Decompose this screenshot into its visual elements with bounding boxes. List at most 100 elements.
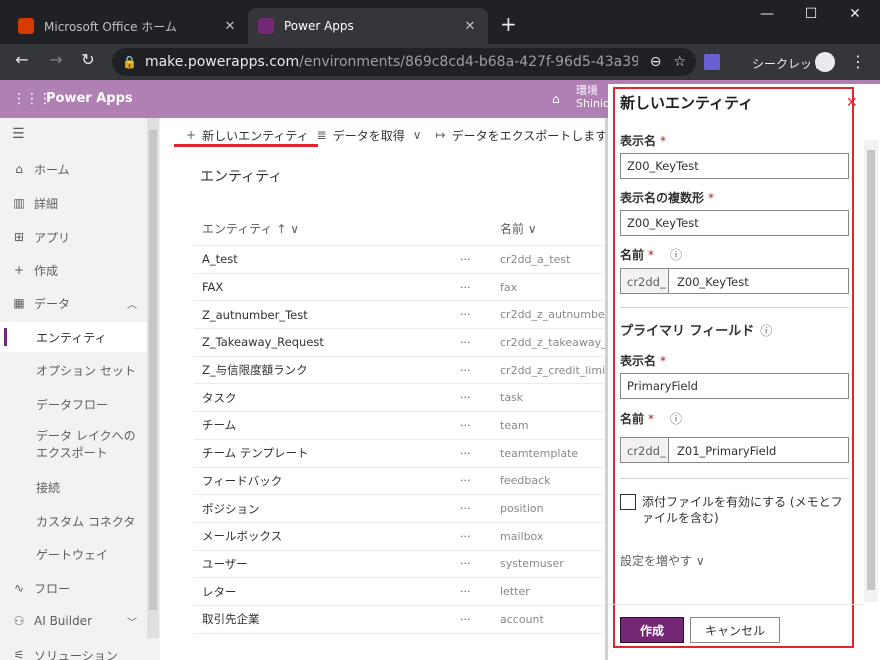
maximize-icon[interactable]: ☐ [796,6,826,22]
entity-display-name[interactable]: フィードバック [194,473,460,489]
table-row[interactable]: チーム テンプレート ··· teamtemplate [194,440,608,468]
table-row[interactable]: A_test ··· cr2dd_a_test [194,246,608,274]
sidebar-item-custom-connectors[interactable]: カスタム コネクタ [0,506,147,536]
info-icon[interactable]: ⓘ [760,324,772,338]
entity-display-name[interactable]: チーム テンプレート [194,445,460,461]
primary-name-value[interactable]: Z01_PrimaryField [669,438,848,462]
info-icon[interactable]: ⓘ [670,248,682,262]
more-options-icon[interactable]: ··· [460,585,500,598]
table-row[interactable]: レター ··· letter [194,578,608,606]
entity-display-name[interactable]: メールボックス [194,528,460,544]
entity-display-name[interactable]: ユーザー [194,556,460,572]
table-row[interactable]: 取引先企業 ··· account [194,606,608,634]
browser-tab-office[interactable]: Microsoft Office ホーム ✕ [8,8,248,44]
table-row[interactable]: ポジション ··· position [194,495,608,523]
new-entity-button[interactable]: + 新しいエンティティ [186,127,309,144]
attachments-checkbox[interactable] [620,494,636,510]
entity-display-name[interactable]: ポジション [194,501,460,517]
table-row[interactable]: Z_Takeaway_Request ··· cr2dd_z_takeaway_re [194,329,608,357]
sidebar-item-data[interactable]: ▦ データ ︿ [0,288,147,318]
sidebar-item-solutions[interactable]: ⚟ ソリューション [0,640,147,660]
table-row[interactable]: Z_autnumber_Test ··· cr2dd_z_autnumber_ [194,301,608,330]
display-name-input[interactable]: Z00_KeyTest [620,153,849,179]
more-options-icon[interactable]: ··· [460,391,500,404]
sidebar-item-create[interactable]: + 作成 [0,255,147,285]
entity-display-name[interactable]: 取引先企業 [194,611,460,627]
table-row[interactable]: タスク ··· task [194,384,608,413]
hamburger-menu-icon[interactable]: ☰ [12,126,25,142]
entity-display-name[interactable]: Z_autnumber_Test [194,308,460,322]
sidebar-item-flows[interactable]: ∿ フロー [0,573,147,603]
environment-icon[interactable]: ⌂ [552,92,560,106]
more-options-icon[interactable]: ··· [460,253,500,266]
entity-display-name[interactable]: A_test [194,252,460,266]
reload-icon[interactable]: ↻ [76,50,100,69]
sidebar-item-gateways[interactable]: ゲートウェイ [0,539,147,569]
entity-display-name[interactable]: レター [194,584,460,600]
close-tab-icon[interactable]: ✕ [462,19,478,34]
sidebar-item-entities[interactable]: エンティティ [0,322,147,352]
environment-picker[interactable]: 環境 Shinic [576,84,609,110]
name-input[interactable]: cr2dd_ Z00_KeyTest [620,268,849,294]
back-icon[interactable]: ← [10,50,34,69]
minimize-icon[interactable]: — [752,6,782,22]
zoom-icon[interactable]: ⊖ [650,54,662,70]
more-options-icon[interactable]: ··· [460,530,500,543]
new-entity-highlight [174,144,318,147]
new-tab-icon[interactable]: + [500,14,517,34]
more-options-icon[interactable]: ··· [460,474,500,487]
bookmark-star-icon[interactable]: ☆ [673,54,686,70]
entity-display-name[interactable]: チーム [194,417,460,433]
close-window-icon[interactable]: ✕ [840,6,870,22]
plural-name-input[interactable]: Z00_KeyTest [620,210,849,236]
column-header-name[interactable]: 名前 ∨ [500,220,608,237]
more-settings-toggle[interactable]: 設定を増やす ∨ [620,552,705,569]
sidebar-item-apps[interactable]: ⊞ アプリ [0,222,147,252]
table-row[interactable]: チーム ··· team [194,412,608,440]
table-row[interactable]: メールボックス ··· mailbox [194,523,608,551]
more-options-icon[interactable]: ··· [460,447,500,460]
table-row[interactable]: ユーザー ··· systemuser [194,551,608,579]
table-row[interactable]: フィードバック ··· feedback [194,468,608,496]
table-row[interactable]: Z_与信限度額ランク ··· cr2dd_z_credit_limit_ [194,357,608,385]
get-data-button[interactable]: ≣ データを取得 ∨ [317,127,428,144]
sidebar-item-connections[interactable]: 接続 [0,472,147,502]
close-icon[interactable]: ✕ [846,95,858,111]
address-bar[interactable]: 🔒 make.powerapps.com/environments/869c8c… [112,48,696,76]
info-icon[interactable]: ⓘ [670,412,682,426]
name-value[interactable]: Z00_KeyTest [669,269,848,293]
primary-name-input[interactable]: cr2dd_ Z01_PrimaryField [620,437,849,463]
more-options-icon[interactable]: ··· [460,281,500,294]
panel-scrollbar-thumb[interactable] [867,150,875,590]
sidebar-item-option-sets[interactable]: オプション セット [0,355,147,385]
browser-menu-icon[interactable]: ⋮ [850,52,866,71]
cancel-button[interactable]: キャンセル [690,617,780,643]
incognito-icon[interactable] [815,52,835,72]
sidebar-item-ai-builder[interactable]: ⚇ AI Builder ﹀ [0,606,147,636]
table-row[interactable]: FAX ··· fax [194,274,608,302]
more-options-icon[interactable]: ··· [460,502,500,515]
entity-display-name[interactable]: FAX [194,280,460,294]
sidebar-scrollbar-thumb[interactable] [149,130,157,610]
sidebar-item-home[interactable]: ⌂ ホーム [0,154,147,184]
entity-display-name[interactable]: タスク [194,390,460,406]
more-options-icon[interactable]: ··· [460,557,500,570]
forward-icon[interactable]: → [44,50,68,69]
column-header-entity[interactable]: エンティティ ↑ ∨ [194,220,500,237]
more-options-icon[interactable]: ··· [460,613,500,626]
extension-icon[interactable] [704,54,720,70]
more-options-icon[interactable]: ··· [460,419,500,432]
sidebar-item-export-data-lake[interactable]: データ レイクへのエクスポート [0,424,147,468]
more-options-icon[interactable]: ··· [460,308,500,321]
sidebar-item-learn[interactable]: ▥ 詳細 [0,188,147,218]
entity-display-name[interactable]: Z_Takeaway_Request [194,335,460,349]
primary-display-name-input[interactable]: PrimaryField [620,373,849,399]
more-options-icon[interactable]: ··· [460,336,500,349]
browser-tab-powerapps[interactable]: Power Apps ✕ [248,8,488,44]
sidebar-item-dataflows[interactable]: データフロー [0,389,147,419]
close-tab-icon[interactable]: ✕ [222,19,238,34]
entity-display-name[interactable]: Z_与信限度額ランク [194,362,460,378]
more-options-icon[interactable]: ··· [460,364,500,377]
create-button[interactable]: 作成 [620,617,684,643]
export-data-button[interactable]: ↦ データをエクスポートします [436,127,608,144]
